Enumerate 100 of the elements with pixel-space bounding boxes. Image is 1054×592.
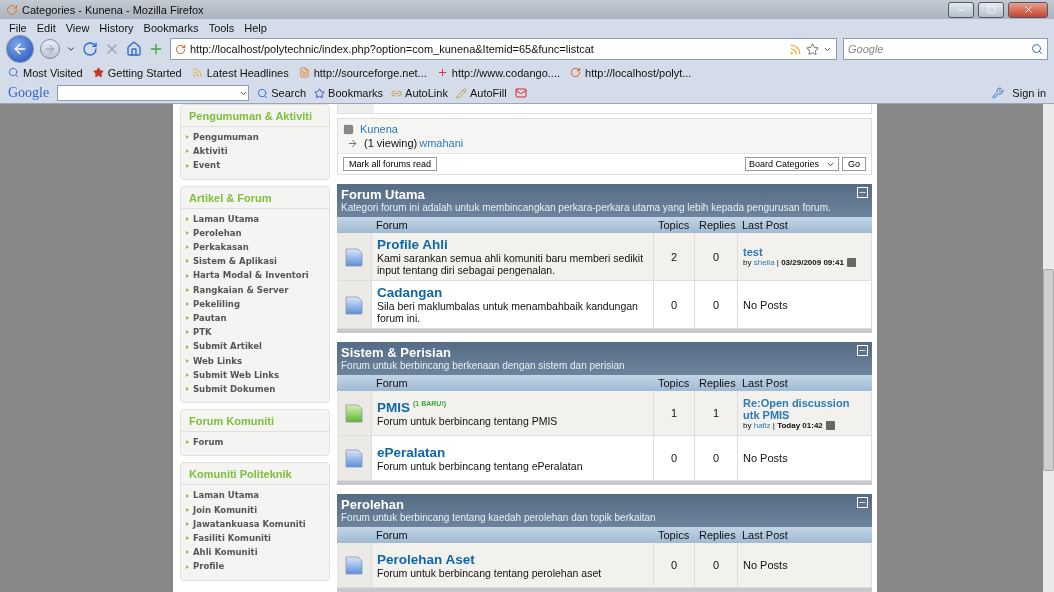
sidebar-link[interactable]: Join Komuniti (181, 502, 329, 517)
menu-item[interactable]: Bookmarks (138, 21, 204, 34)
search-icon (8, 67, 19, 78)
sidebar-link[interactable]: Laman Utama (181, 211, 329, 226)
forward-button[interactable] (40, 39, 60, 59)
forum-name-link[interactable]: Cadangan (377, 285, 443, 300)
google-logo[interactable]: Google (8, 85, 50, 101)
column-header: Forum (372, 217, 654, 233)
collapse-button[interactable] (857, 345, 868, 356)
sidebar-link[interactable]: Fasiliti Komuniti (181, 531, 329, 546)
sidebar-link[interactable]: Web Links (181, 353, 329, 368)
sign-in-button[interactable]: Sign in (1012, 87, 1046, 99)
sidebar-link[interactable]: Jawatankuasa Komuniti (181, 516, 329, 532)
last-post-link[interactable]: Re:Open discussion utk PMIS (743, 396, 866, 421)
forum-name-link[interactable]: Perolehan Aset (377, 551, 475, 567)
sidebar-heading: Artikel & Forum (181, 186, 329, 209)
sidebar-link[interactable]: Ahli Komuniti (181, 545, 329, 560)
sidebar-link[interactable]: Submit Web Links (181, 367, 329, 383)
sidebar-link[interactable]: Pekeliling (181, 296, 329, 312)
last-post-link[interactable]: test (743, 246, 866, 258)
sidebar-link[interactable]: Pautan (181, 311, 329, 326)
post-meta: by sheila | 03/29/2009 09:41 (743, 258, 844, 267)
search-field[interactable]: Google (843, 38, 1048, 60)
sidebar-link[interactable]: Submit Dokumen (181, 382, 329, 397)
column-header: Topics (654, 217, 695, 233)
bookmark-link[interactable]: Most Visited (8, 66, 83, 79)
menu-item[interactable]: Edit (31, 21, 61, 34)
menu-item[interactable]: History (94, 21, 139, 34)
address-field[interactable]: http://localhost/polytechnic/index.php?option=com_kunena&Itemid=65&func=listcat (170, 38, 837, 60)
replies-count: 0 (712, 250, 720, 263)
sidebar-link[interactable]: Submit Artikel (181, 339, 329, 354)
sidebar-link[interactable]: Pengumuman (181, 130, 329, 145)
minimize-button[interactable] (948, 1, 974, 18)
toolbar-button[interactable]: AutoFill (455, 87, 507, 99)
sidebar-link[interactable]: Laman Utama (181, 488, 329, 503)
column-header: Forum (372, 527, 654, 543)
search-icon[interactable] (1031, 43, 1043, 55)
sidebar-link[interactable]: Rangkaian & Server (181, 282, 329, 297)
breadcrumb-link[interactable]: Kunena (360, 123, 398, 135)
category-title: Perolehan (341, 497, 405, 512)
bookmark-link[interactable]: http://sourceforge.net... (298, 66, 427, 79)
home-icon[interactable] (126, 41, 142, 57)
collapse-button[interactable] (857, 497, 868, 508)
toolbar-search-field[interactable] (57, 85, 250, 101)
sidebar-link[interactable]: Perolehan (181, 225, 329, 240)
star-icon[interactable] (806, 42, 819, 56)
sidebar-link[interactable]: PTK (181, 325, 329, 340)
close-icon (1022, 4, 1034, 15)
replies-count: 0 (712, 298, 720, 311)
menu-item[interactable]: File (4, 21, 32, 34)
menu-item[interactable]: Help (239, 21, 272, 34)
forum-name-link[interactable]: Profile Ahli (377, 237, 448, 252)
go-button[interactable]: Go (842, 157, 866, 171)
bookmark-link[interactable]: http://www.codango.... (436, 66, 561, 79)
maximize-button[interactable] (978, 1, 1004, 18)
jump-icon[interactable] (846, 258, 856, 267)
user-link[interactable]: wmahani (419, 137, 464, 149)
topics-count: 2 (670, 250, 678, 263)
back-button[interactable] (6, 35, 34, 63)
toolbar-button[interactable]: Search (257, 87, 307, 99)
topics-count: 0 (670, 559, 678, 571)
forum-name-link[interactable]: ePeralatan (377, 444, 446, 460)
sidebar-link[interactable]: Harta Modal & Inventori (181, 268, 329, 283)
sidebar-link[interactable]: Forum (181, 435, 329, 450)
search-icon (257, 87, 269, 99)
category-description: Kategori forum ini adalah untuk membincangkan perkara-perkara utama yang lebih kepada pengurusan forum. (341, 202, 832, 213)
column-header: Forum (372, 375, 654, 391)
rss-icon[interactable] (789, 42, 802, 56)
reload-icon[interactable] (82, 41, 98, 57)
category-title: Sistem & Perisian (341, 345, 452, 360)
bookmark-link[interactable]: Latest Headlines (191, 66, 289, 79)
collapse-button[interactable] (857, 187, 868, 198)
jump-icon[interactable] (825, 420, 835, 430)
menu-item[interactable]: Tools (203, 21, 240, 34)
column-header (337, 375, 372, 391)
sidebar-link[interactable]: Event (181, 158, 329, 173)
scrollbar[interactable] (1043, 104, 1054, 592)
column-header: Topics (654, 527, 695, 543)
scroll-thumb[interactable] (1043, 269, 1054, 471)
author-link[interactable]: sheila (753, 258, 775, 267)
sidebar-link[interactable]: Perkakasan (181, 240, 329, 255)
mail-icon[interactable] (514, 87, 527, 99)
sidebar-link[interactable]: Profile (181, 559, 329, 574)
author-link[interactable]: hafiz (753, 420, 771, 430)
mark-read-button[interactable]: Mark all forums read (343, 157, 438, 171)
sidebar-link[interactable]: Sistem & Aplikasi (181, 254, 329, 269)
menu-item[interactable]: View (60, 21, 95, 34)
column-header: Last Post (738, 527, 872, 543)
history-dropdown-icon[interactable] (66, 44, 76, 54)
sidebar-heading: Forum Komuniti (181, 410, 329, 433)
wrench-icon[interactable] (992, 87, 1005, 99)
close-button[interactable] (1008, 1, 1048, 18)
toolbar-button[interactable]: Bookmarks (314, 87, 384, 99)
bookmark-link[interactable]: Getting Started (92, 66, 182, 79)
sidebar-heading: Komuniti Politeknik (181, 463, 329, 486)
bookmark-link[interactable]: http://localhost/polyt... (570, 66, 692, 79)
sidebar-link[interactable]: Aktiviti (181, 144, 329, 159)
board-select[interactable]: Board Categories (745, 157, 839, 171)
forum-name-link[interactable]: PMIS (377, 399, 410, 415)
toolbar-button[interactable]: AutoLink (391, 87, 448, 99)
